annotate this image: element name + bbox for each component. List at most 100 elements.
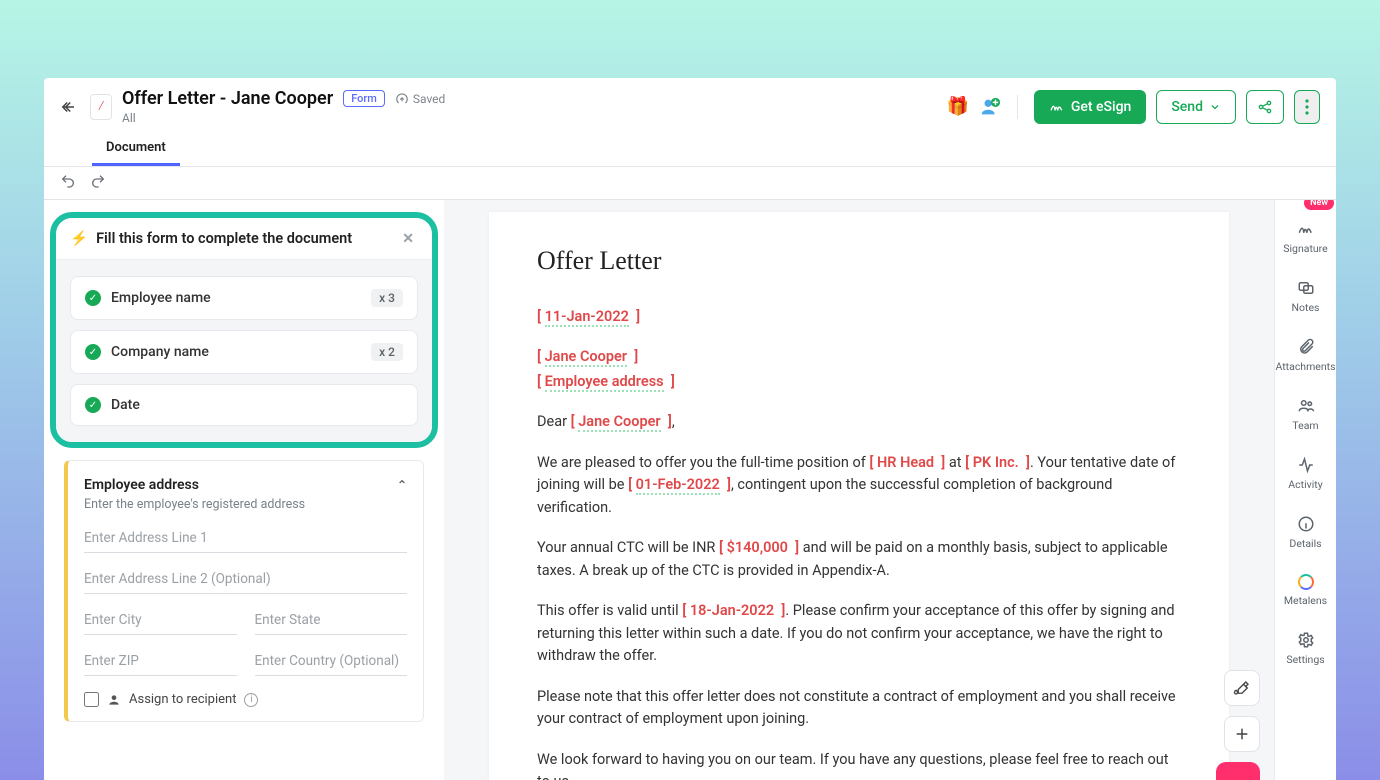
address-card: Employee address ⌃ Enter the employee's … <box>64 460 424 722</box>
doc-text: We look forward to having you on our tea… <box>537 749 1181 780</box>
token-role[interactable]: HR Head <box>877 454 934 472</box>
add-person-icon[interactable] <box>979 96 1001 118</box>
rail-label: Activity <box>1288 478 1322 491</box>
token-valid[interactable]: 18-Jan-2022 <box>690 602 774 620</box>
zip-input[interactable] <box>84 645 237 676</box>
send-button[interactable]: Send <box>1156 90 1236 124</box>
form-items: ✓ Employee name x 3 ✓ Company name x 2 ✓… <box>56 259 432 442</box>
form-sidebar: ⚡ Fill this form to complete the documen… <box>44 200 444 780</box>
bolt-icon: ⚡ <box>70 230 88 247</box>
toolbar <box>44 167 1336 200</box>
form-item-employee-name[interactable]: ✓ Employee name x 3 <box>70 276 418 320</box>
city-input[interactable] <box>84 604 237 635</box>
title-block: Offer Letter - Jane Cooper Form Saved Al… <box>122 88 445 125</box>
rail-label: Team <box>1292 419 1318 432</box>
doc-text: This offer is valid until <box>537 602 679 619</box>
header: / Offer Letter - Jane Cooper Form Saved … <box>44 78 1336 132</box>
assign-row: Assign to recipient i <box>84 692 407 707</box>
token-name-2[interactable]: Jane Cooper <box>578 413 660 432</box>
doc-text: We are pleased to offer you the full-tim… <box>537 454 866 471</box>
help-pill[interactable] <box>1216 762 1260 780</box>
redo-button[interactable] <box>90 173 106 193</box>
back-button[interactable] <box>56 95 80 119</box>
info-icon[interactable]: i <box>244 693 258 707</box>
rail-settings[interactable]: Settings <box>1275 619 1336 678</box>
add-button[interactable] <box>1224 716 1260 752</box>
header-actions: 🎁 Get eSign Send <box>946 90 1320 124</box>
rail-team[interactable]: Team <box>1275 385 1336 444</box>
rail-attachments[interactable]: Attachments <box>1275 326 1336 385</box>
breadcrumb[interactable]: All <box>122 111 445 125</box>
rail-activity[interactable]: Activity <box>1275 444 1336 503</box>
form-item-label: Company name <box>111 344 209 360</box>
fill-color-button[interactable] <box>1224 670 1260 706</box>
assign-label: Assign to recipient <box>129 692 236 707</box>
rail-metalens[interactable]: Metalens <box>1275 562 1336 619</box>
document-page[interactable]: Offer Letter [ 11-Jan-2022 ] [ Jane Coop… <box>489 212 1229 780</box>
form-card-title: Fill this form to complete the document <box>96 230 352 247</box>
check-icon: ✓ <box>85 344 101 360</box>
get-esign-button[interactable]: Get eSign <box>1034 90 1146 124</box>
document-title: Offer Letter - Jane Cooper <box>122 88 333 109</box>
token-date[interactable]: 11-Jan-2022 <box>545 308 629 327</box>
doc-heading: Offer Letter <box>537 246 1181 276</box>
divider <box>1017 95 1018 119</box>
doc-text: Dear <box>537 413 567 430</box>
address-subtitle: Enter the employee's registered address <box>84 497 407 512</box>
country-input[interactable] <box>255 645 408 676</box>
doc-text: at <box>949 454 962 471</box>
usage-count: x 2 <box>371 343 403 361</box>
app-frame: / Offer Letter - Jane Cooper Form Saved … <box>44 78 1336 780</box>
address-title: Employee address <box>84 477 199 493</box>
rail-signature[interactable]: Signature <box>1275 208 1336 267</box>
doc-text: Your annual CTC will be INR <box>537 539 715 556</box>
assign-checkbox[interactable] <box>84 692 99 707</box>
form-card-header: ⚡ Fill this form to complete the documen… <box>56 218 432 259</box>
share-button[interactable] <box>1246 90 1284 124</box>
rail-notes[interactable]: Notes <box>1275 267 1336 326</box>
form-item-date[interactable]: ✓ Date <box>70 384 418 426</box>
token-company[interactable]: PK Inc. <box>973 454 1019 472</box>
tabs: Document <box>44 132 1336 167</box>
document-canvas: Offer Letter [ 11-Jan-2022 ] [ Jane Coop… <box>444 200 1274 780</box>
address-line2-input[interactable] <box>84 563 407 594</box>
token-joining[interactable]: 01-Feb-2022 <box>636 476 720 495</box>
rail-details[interactable]: Details <box>1275 503 1336 562</box>
rail-label: Details <box>1289 537 1321 550</box>
saved-indicator: Saved <box>395 92 445 106</box>
gift-icon[interactable]: 🎁 <box>946 96 968 117</box>
app-logo: / <box>90 94 112 120</box>
usage-count: x 3 <box>371 289 403 307</box>
form-badge: Form <box>343 90 385 107</box>
address-line1-input[interactable] <box>84 522 407 553</box>
state-input[interactable] <box>255 604 408 635</box>
token-name[interactable]: Jane Cooper <box>545 348 627 367</box>
rail-label: Attachments <box>1275 360 1335 373</box>
form-item-company-name[interactable]: ✓ Company name x 2 <box>70 330 418 374</box>
rail-label: Signature <box>1283 242 1327 255</box>
rail-label: Notes <box>1292 301 1320 314</box>
person-icon <box>107 693 121 707</box>
tab-document[interactable]: Document <box>92 132 180 166</box>
saved-label: Saved <box>413 92 445 106</box>
doc-text: Please note that this offer letter does … <box>537 686 1181 731</box>
form-item-label: Date <box>111 397 140 413</box>
check-icon: ✓ <box>85 397 101 413</box>
undo-button[interactable] <box>60 173 76 193</box>
close-form-panel[interactable]: ✕ <box>402 231 414 247</box>
token-ctc[interactable]: $140,000 <box>727 539 788 557</box>
chevron-up-icon: ⌃ <box>397 478 407 492</box>
rail-label: Metalens <box>1284 594 1327 607</box>
check-icon: ✓ <box>85 290 101 306</box>
new-badge: New <box>1304 200 1334 210</box>
token-address[interactable]: Employee address <box>545 373 664 392</box>
send-label: Send <box>1171 99 1203 115</box>
address-card-header[interactable]: Employee address ⌃ <box>84 477 407 493</box>
floating-buttons <box>1216 670 1260 780</box>
body: ⚡ Fill this form to complete the documen… <box>44 200 1336 780</box>
rail-label: Settings <box>1286 653 1324 666</box>
form-item-label: Employee name <box>111 290 211 306</box>
doc-text: , contingent upon the successful complet… <box>537 476 1112 515</box>
right-rail: New Signature Notes Attachments Team Act… <box>1274 200 1336 780</box>
more-menu-button[interactable] <box>1294 90 1320 124</box>
